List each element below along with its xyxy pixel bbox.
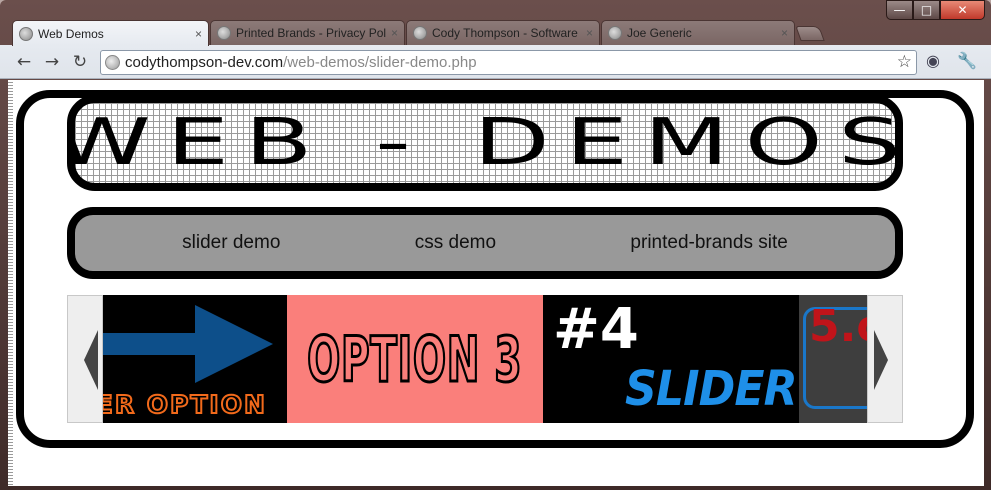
nav-bar: slider demo css demo printed-brands site bbox=[67, 207, 903, 279]
forward-arrow-icon[interactable]: → bbox=[42, 53, 62, 71]
site-header: WEB - DEMOS bbox=[67, 95, 903, 191]
tab-printed-brands[interactable]: Printed Brands - Privacy Pol × bbox=[210, 20, 405, 45]
tab-strip: Web Demos × Printed Brands - Privacy Pol… bbox=[0, 20, 991, 46]
slide-5-label: 5.c bbox=[809, 301, 867, 352]
nav-link-slider-demo[interactable]: slider demo bbox=[182, 232, 280, 254]
slide-3: OPTION 3 bbox=[287, 295, 543, 423]
image-slider: DER OPTION OPTION 3 #4 SLIDER 5.c bbox=[67, 295, 903, 423]
reload-icon[interactable]: ↻ bbox=[70, 53, 90, 71]
globe-icon bbox=[413, 26, 427, 40]
new-tab-button[interactable] bbox=[795, 26, 825, 41]
left-arrow-icon bbox=[84, 330, 98, 390]
maximize-button[interactable]: □ bbox=[913, 0, 940, 20]
globe-icon bbox=[608, 26, 622, 40]
page-icon bbox=[105, 55, 120, 70]
globe-icon bbox=[19, 26, 33, 41]
bookmark-star-icon[interactable]: ☆ bbox=[897, 52, 912, 72]
browser-toolbar: ← → ↻ codythompson-dev.com/web-demos/sli… bbox=[0, 45, 991, 79]
ruler bbox=[8, 80, 13, 486]
page-title: WEB - DEMOS bbox=[67, 106, 903, 180]
tab-title: Cody Thompson - Software bbox=[432, 26, 578, 40]
tab-title: Joe Generic bbox=[627, 26, 692, 40]
globe-icon bbox=[217, 26, 231, 40]
tab-joe-generic[interactable]: Joe Generic × bbox=[601, 20, 795, 45]
tab-cody-thompson[interactable]: Cody Thompson - Software × bbox=[406, 20, 600, 45]
slide-2: DER OPTION bbox=[103, 295, 287, 423]
tab-title: Web Demos bbox=[38, 26, 104, 41]
close-window-button[interactable]: ✕ bbox=[940, 0, 985, 20]
close-icon[interactable]: × bbox=[781, 26, 788, 40]
slide-5: 5.c bbox=[799, 295, 867, 423]
slide-4: #4 SLIDER bbox=[543, 295, 799, 423]
right-arrow-icon bbox=[874, 330, 888, 390]
close-icon[interactable]: × bbox=[586, 26, 593, 40]
page-viewport: WEB - DEMOS slider demo css demo printed… bbox=[8, 80, 984, 486]
slider-track: DER OPTION OPTION 3 #4 SLIDER 5.c bbox=[103, 295, 867, 423]
minimize-button[interactable]: — bbox=[886, 0, 913, 20]
url-host: codythompson-dev.com bbox=[125, 54, 284, 71]
browser-window: — □ ✕ Web Demos × Printed Brands - Priva… bbox=[0, 0, 991, 490]
slider-prev-button[interactable] bbox=[67, 295, 103, 423]
nav-link-printed-brands[interactable]: printed-brands site bbox=[630, 232, 787, 254]
slide-4-label: SLIDER bbox=[625, 361, 798, 417]
wrench-icon[interactable]: 🔧 bbox=[957, 51, 977, 70]
close-icon[interactable]: × bbox=[195, 27, 202, 41]
nav-link-css-demo[interactable]: css demo bbox=[415, 232, 496, 254]
back-arrow-icon[interactable]: ← bbox=[14, 53, 34, 71]
address-bar[interactable]: codythompson-dev.com/web-demos/slider-de… bbox=[100, 50, 917, 75]
slider-next-button[interactable] bbox=[867, 295, 903, 423]
tab-title: Printed Brands - Privacy Pol bbox=[236, 26, 387, 40]
tab-web-demos[interactable]: Web Demos × bbox=[12, 20, 209, 46]
window-controls: — □ ✕ bbox=[886, 0, 985, 20]
slide-2-label: DER OPTION bbox=[103, 389, 267, 420]
eye-extension-icon[interactable]: ◉ bbox=[926, 51, 940, 70]
slide-4-number: #4 bbox=[553, 297, 639, 362]
url-path: /web-demos/slider-demo.php bbox=[283, 54, 477, 71]
slide-3-label: OPTION 3 bbox=[306, 321, 523, 397]
close-icon[interactable]: × bbox=[391, 26, 398, 40]
